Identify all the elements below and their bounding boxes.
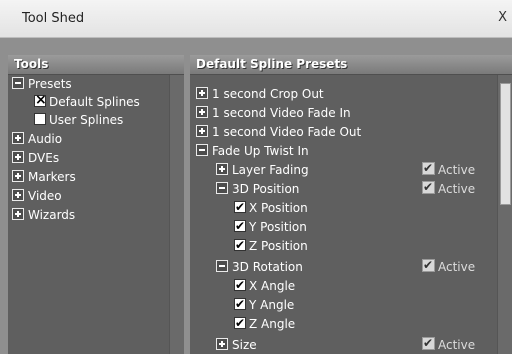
preset-item[interactable]: Layer Fading	[216, 161, 309, 179]
presets-tree: 1 second Crop Out 1 second Video Fade In…	[190, 75, 498, 354]
preset-item[interactable]: Z Position	[234, 236, 308, 255]
tree-item-label: Default Splines	[49, 95, 140, 109]
tree-item-video[interactable]: Video	[12, 187, 62, 205]
expand-icon[interactable]	[216, 163, 228, 175]
preset-item[interactable]: Size	[216, 336, 257, 354]
tree-item-label: Video	[28, 189, 62, 203]
collapse-icon[interactable]	[216, 260, 228, 272]
tree-item-wizards[interactable]: Wizards	[12, 206, 75, 224]
preset-item[interactable]: 1 second Crop Out	[196, 85, 324, 103]
preset-item[interactable]: 3D Position	[216, 180, 299, 198]
preset-item[interactable]: Y Angle	[234, 295, 295, 314]
expand-icon[interactable]	[216, 338, 228, 350]
preset-label: 3D Position	[232, 182, 300, 196]
preset-label: Layer Fading	[232, 163, 309, 177]
tree-item-label: DVEs	[28, 151, 60, 165]
tree-item-dves[interactable]: DVEs	[12, 149, 59, 167]
tree-item-label: Audio	[28, 132, 63, 146]
presets-scrollbar[interactable]	[497, 75, 512, 354]
preset-item[interactable]: Z Angle	[234, 314, 296, 333]
tools-pane-header: Tools	[8, 55, 184, 75]
checkbox-x-icon[interactable]	[34, 91, 47, 109]
title-bar: Tool Shed X	[0, 0, 512, 38]
expand-icon[interactable]	[12, 189, 24, 201]
collapse-icon[interactable]	[216, 182, 228, 194]
spline-presets-pane: Default Spline Presets 1 second Crop Out…	[190, 55, 512, 354]
checkmark-icon[interactable]	[234, 276, 246, 294]
close-button[interactable]: X	[498, 10, 507, 25]
tree-item-label: Presets	[28, 77, 72, 91]
tree-item-label: User Splines	[49, 113, 124, 127]
active-label: Active	[438, 260, 476, 274]
preset-label: Z Angle	[249, 317, 296, 331]
preset-label: Y Angle	[249, 298, 295, 312]
tree-item-label: Wizards	[28, 208, 76, 222]
tool-shed-window: Tool Shed X Tools Presets Default Spline…	[0, 0, 512, 354]
tools-tree: Presets Default Splines User Splines Aud…	[8, 75, 170, 354]
checkmark-icon[interactable]	[234, 236, 246, 254]
expand-icon[interactable]	[196, 106, 208, 118]
preset-label: X Angle	[249, 279, 296, 293]
active-toggle[interactable]: Active	[422, 178, 476, 198]
active-checkbox-icon[interactable]	[422, 178, 435, 196]
preset-label: X Position	[249, 201, 308, 215]
expand-icon[interactable]	[196, 125, 208, 137]
preset-item[interactable]: 1 second Video Fade Out	[196, 123, 361, 141]
preset-label: 3D Rotation	[232, 260, 303, 274]
preset-item[interactable]: 1 second Video Fade In	[196, 104, 351, 122]
preset-label: Y Position	[249, 220, 307, 234]
tools-header-label: Tools	[14, 57, 49, 71]
preset-label: Z Position	[249, 239, 308, 253]
active-label: Active	[438, 163, 476, 177]
active-label: Active	[438, 338, 476, 352]
window-title: Tool Shed	[22, 11, 85, 26]
tree-item-markers[interactable]: Markers	[12, 168, 76, 186]
active-checkbox-icon[interactable]	[422, 256, 435, 274]
scrollbar-thumb[interactable]	[500, 83, 511, 205]
preset-label: 1 second Video Fade Out	[212, 125, 362, 139]
active-label: Active	[438, 182, 476, 196]
active-checkbox-icon[interactable]	[422, 159, 435, 177]
checkbox-icon[interactable]	[34, 113, 46, 125]
tree-item-user-splines[interactable]: User Splines	[34, 111, 123, 129]
tools-pane: Tools Presets Default Splines User Splin…	[8, 55, 184, 354]
presets-pane-header: Default Spline Presets	[190, 55, 512, 75]
tree-item-label: Markers	[28, 170, 76, 184]
preset-label: Size	[232, 338, 257, 352]
tree-item-audio[interactable]: Audio	[12, 130, 62, 148]
tree-item-default-splines[interactable]: Default Splines	[34, 91, 140, 111]
expand-icon[interactable]	[12, 132, 24, 144]
presets-header-label: Default Spline Presets	[196, 57, 348, 71]
tools-scrollbar[interactable]	[169, 75, 184, 354]
checkmark-icon[interactable]	[234, 314, 246, 332]
preset-item[interactable]: Fade Up Twist In	[196, 142, 309, 160]
preset-item[interactable]: 3D Rotation	[216, 258, 303, 276]
preset-item[interactable]: Y Position	[234, 217, 307, 236]
collapse-icon[interactable]	[196, 144, 208, 156]
checkmark-icon[interactable]	[234, 217, 246, 235]
active-checkbox-icon[interactable]	[422, 334, 435, 352]
expand-icon[interactable]	[196, 87, 208, 99]
active-toggle[interactable]: Active	[422, 334, 476, 354]
preset-label: 1 second Crop Out	[212, 87, 324, 101]
preset-label: 1 second Video Fade In	[212, 106, 351, 120]
expand-icon[interactable]	[12, 170, 24, 182]
preset-item[interactable]: X Angle	[234, 276, 296, 295]
preset-item[interactable]: X Position	[234, 198, 308, 217]
preset-label: Fade Up Twist In	[212, 144, 309, 158]
checkmark-icon[interactable]	[234, 295, 246, 313]
collapse-icon[interactable]	[12, 77, 24, 89]
active-toggle[interactable]: Active	[422, 256, 476, 276]
expand-icon[interactable]	[12, 151, 24, 163]
active-toggle[interactable]: Active	[422, 159, 476, 179]
checkmark-icon[interactable]	[234, 198, 246, 216]
expand-icon[interactable]	[12, 208, 24, 220]
